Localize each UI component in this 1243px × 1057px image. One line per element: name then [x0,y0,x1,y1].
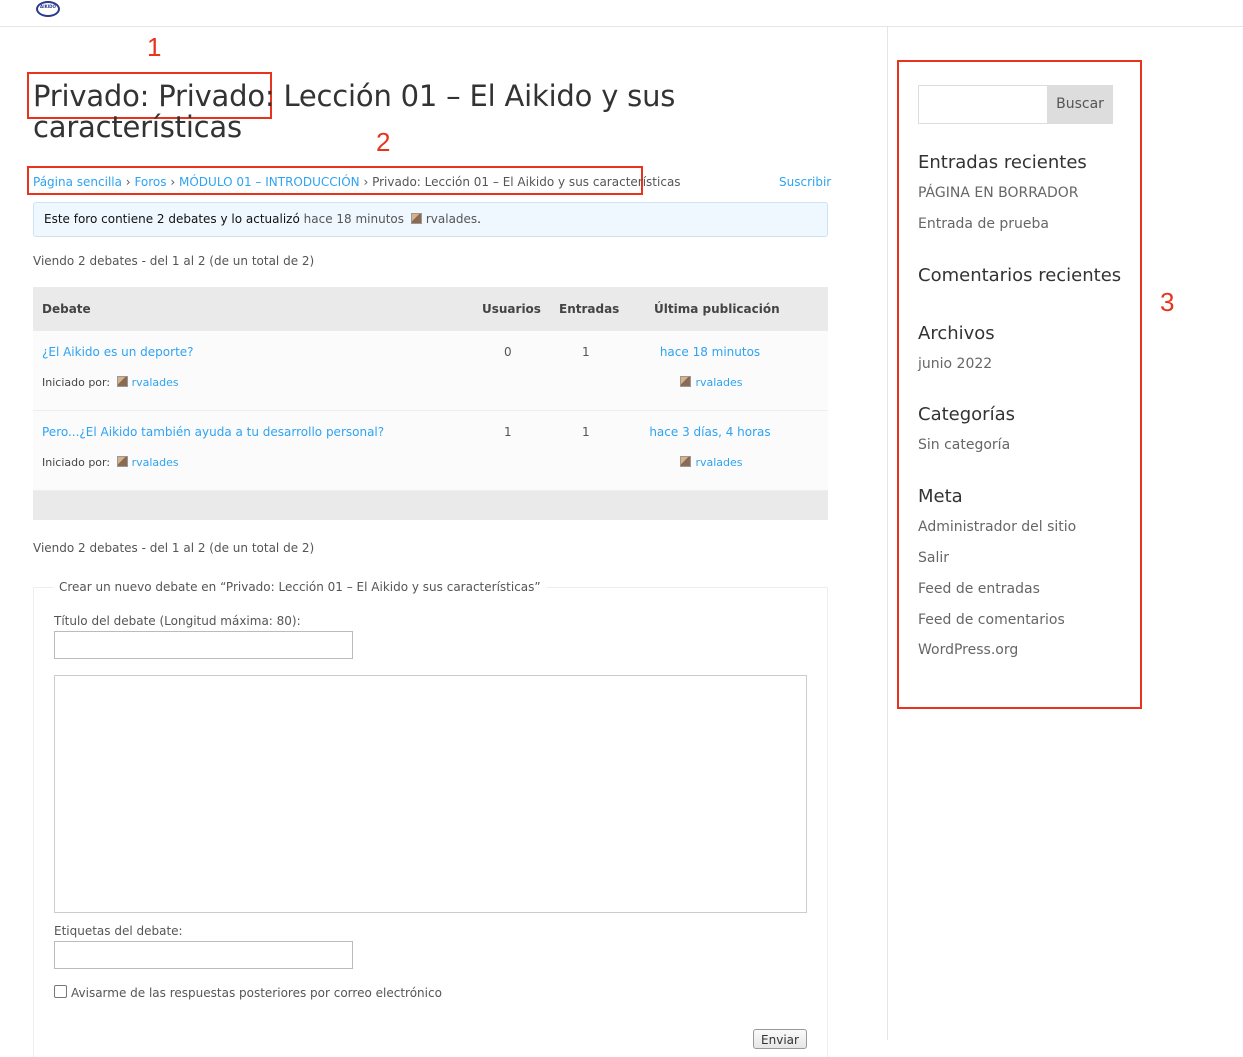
topic-freshness-link[interactable]: hace 3 días, 4 horas [643,425,777,439]
header-topic: Debate [42,302,91,316]
table-footer [33,491,828,520]
breadcrumb-current: Privado: Lección 01 – El Aikido y sus ca… [372,175,681,189]
topic-posts-count: 1 [582,345,590,359]
category-link[interactable]: Sin categoría [918,437,1010,453]
sidebar-divider [887,27,888,1040]
topic-users-count: 1 [504,425,512,439]
recent-post-link[interactable]: PÁGINA EN BORRADOR [918,185,1079,201]
topic-tags-input[interactable] [54,941,353,969]
author-avatar-icon [680,376,692,387]
meta-link-wordpress[interactable]: WordPress.org [918,642,1018,658]
topic-users-count: 0 [504,345,512,359]
topic-last-author: rvalades [643,376,777,389]
notify-checkbox[interactable] [54,985,67,998]
breadcrumb-separator: › [363,175,369,189]
meta-link-entries-feed[interactable]: Feed de entradas [918,581,1040,597]
topic-tags-label: Etiquetas del debate: [54,924,183,938]
pagination-count-top: Viendo 2 debates - del 1 al 2 (de un tot… [33,254,315,268]
recent-post-link[interactable]: Entrada de prueba [918,216,1049,232]
last-author-link[interactable]: rvalades [695,376,742,389]
table-row: ¿El Aikido es un deporte? Iniciado por: … [33,331,828,411]
forum-info-notice: Este foro contiene 2 debates y lo actual… [33,202,828,237]
topic-title-input[interactable] [54,631,353,659]
archive-link[interactable]: junio 2022 [918,356,992,372]
page-title: Privado: Privado: Lección 01 – El Aikido… [33,79,676,144]
site-logo[interactable]: AIKIDO [36,1,60,17]
annotation-number-3: 3 [1160,287,1175,317]
archives-title: Archivos [918,323,995,344]
author-avatar-icon [116,456,128,467]
annotation-number-1: 1 [147,32,162,62]
header-posts: Entradas [559,302,620,316]
recent-comments-title: Comentarios recientes [918,265,1122,286]
pagination-count-bottom: Viendo 2 debates - del 1 al 2 (de un tot… [33,541,315,555]
topic-content-textarea[interactable] [54,675,807,913]
started-by-label: Iniciado por: [42,376,111,389]
header-users: Usuarios [482,302,541,316]
author-avatar-icon [410,213,422,224]
meta-title: Meta [918,486,963,507]
topic-link[interactable]: Pero...¿El Aikido también ayuda a tu des… [42,425,384,439]
table-row: Pero...¿El Aikido también ayuda a tu des… [33,411,828,491]
started-by-label: Iniciado por: [42,456,111,469]
author-avatar-icon [680,456,692,467]
topic-freshness-link[interactable]: hace 18 minutos [643,345,777,359]
search-input[interactable] [918,85,1048,124]
meta-link-admin[interactable]: Administrador del sitio [918,519,1076,535]
topic-link[interactable]: ¿El Aikido es un deporte? [42,345,194,359]
topic-started-by: Iniciado por: rvalades [42,376,179,389]
meta-link-comments-feed[interactable]: Feed de comentarios [918,612,1065,628]
topic-author-link[interactable]: rvalades [132,376,179,389]
header-last-post: Última publicación [654,302,780,316]
topic-title-label: Título del debate (Longitud máxima: 80): [54,614,301,628]
topic-author-link[interactable]: rvalades [132,456,179,469]
meta-link-logout[interactable]: Salir [918,550,949,566]
topic-posts-count: 1 [582,425,590,439]
new-topic-form: Crear un nuevo debate en “Privado: Lecci… [33,580,828,1057]
search-button[interactable]: Buscar [1047,85,1113,124]
logo-text: AIKIDO [40,4,56,9]
breadcrumb-forums[interactable]: Foros [134,175,166,189]
breadcrumb-module[interactable]: MÓDULO 01 – INTRODUCCIÓN [179,175,360,189]
forum-info-author: rvalades [425,212,478,226]
breadcrumb-home[interactable]: Página sencilla [33,175,122,189]
submit-button[interactable]: Enviar [753,1029,807,1049]
forum-info-time: hace 18 minutos [303,212,405,226]
recent-posts-title: Entradas recientes [918,152,1087,173]
breadcrumb-separator: › [170,175,176,189]
last-author-link[interactable]: rvalades [695,456,742,469]
new-topic-legend: Crear un nuevo debate en “Privado: Lecci… [54,580,546,594]
breadcrumb: Página sencilla › Foros › MÓDULO 01 – IN… [33,175,681,189]
notify-label: Avisarme de las respuestas posteriores p… [71,986,442,1000]
topic-started-by: Iniciado por: rvalades [42,456,179,469]
topic-last-author: rvalades [643,456,777,469]
breadcrumb-separator: › [125,175,131,189]
categories-title: Categorías [918,404,1015,425]
site-header: AIKIDO [0,0,1243,27]
subscribe-link[interactable]: Suscribir [779,175,831,189]
forum-info-text: Este foro contiene 2 debates y lo actual… [44,212,300,226]
table-header: Debate Usuarios Entradas Última publicac… [33,287,828,331]
author-avatar-icon [116,376,128,387]
topics-table: Debate Usuarios Entradas Última publicac… [33,287,828,520]
notify-option: Avisarme de las respuestas posteriores p… [54,985,442,1000]
forum-info-suffix: . [477,212,481,226]
